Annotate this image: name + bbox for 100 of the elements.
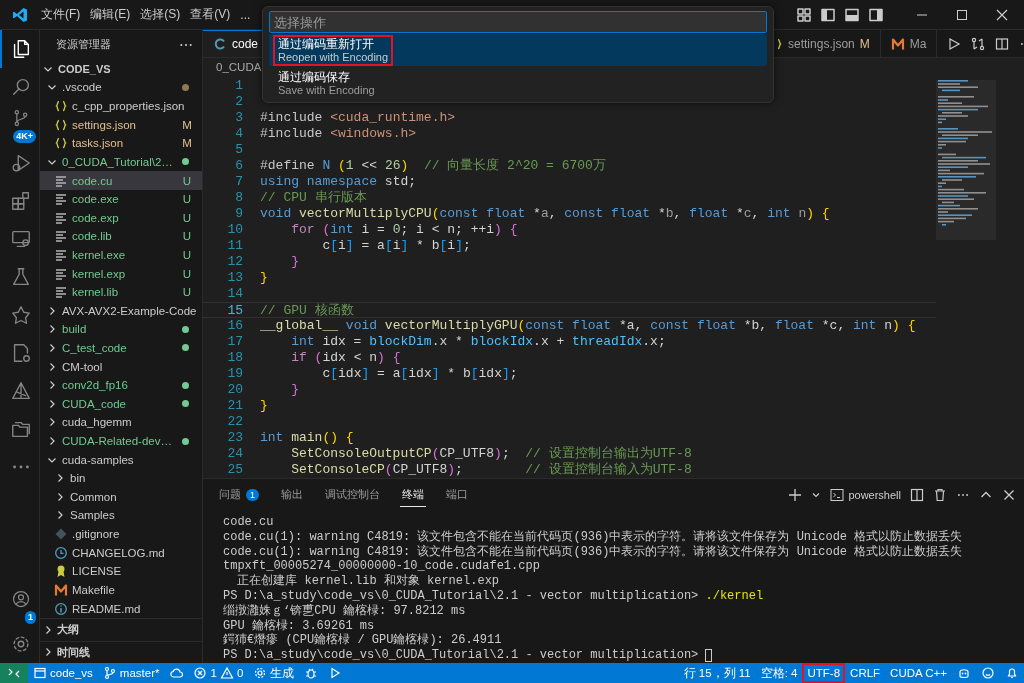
- folder-name: conv2d_fp16: [62, 379, 129, 392]
- folder-row[interactable]: cuda_hgemm: [40, 413, 202, 432]
- folder-row[interactable]: CUDA-Related-dev…: [40, 431, 202, 451]
- status-item[interactable]: UTF-8: [802, 663, 846, 683]
- folder-row[interactable]: C_test_code: [40, 338, 202, 358]
- file-row[interactable]: kernel.exe U: [40, 245, 202, 265]
- code-line: #define N (1 << 26) // 向量长度 2^20 = 6700万: [260, 158, 606, 174]
- terminal-name[interactable]: powershell: [848, 489, 901, 501]
- line-number: 3: [234, 110, 243, 126]
- line-number: 2: [234, 94, 243, 110]
- status-item[interactable]: CRLF: [845, 663, 886, 683]
- file-row[interactable]: tasks.json M: [40, 134, 202, 153]
- folder-row[interactable]: 0_CUDA_Tutorial\2…: [40, 152, 202, 172]
- menu-item[interactable]: ...: [235, 4, 256, 25]
- editor-tab[interactable]: Ma: [880, 30, 938, 57]
- command-input[interactable]: 选择操作: [269, 11, 767, 33]
- file-row[interactable]: kernel.exp U: [40, 264, 202, 283]
- folder-row[interactable]: AVX-AVX2-Example-Code: [40, 301, 202, 321]
- triangle-icon[interactable]: [9, 380, 32, 402]
- terminal-line: PS D:\a_study\code_vs\0_CUDA_Tutorial\2.1 - vector multiplication>: [223, 648, 700, 663]
- command-item[interactable]: 通过编码保存 Save with Encoding: [269, 67, 767, 99]
- sidebar-toggle-icon[interactable]: [820, 6, 836, 23]
- bell-icon[interactable]: [1005, 666, 1019, 680]
- folder-name: CUDA_code: [62, 397, 127, 410]
- folder-row[interactable]: CUDA_code: [40, 394, 202, 414]
- account-icon[interactable]: [10, 589, 31, 609]
- panel-tab[interactable]: 输出: [279, 483, 305, 507]
- bug-icon[interactable]: [304, 666, 319, 680]
- window-icon: [33, 666, 47, 680]
- code-line: if (idx < n) {: [290, 350, 401, 366]
- build-button[interactable]: 生成: [248, 663, 300, 683]
- panel-tab[interactable]: 调试控制台: [323, 483, 382, 507]
- menu-item[interactable]: 查看(V): [185, 3, 236, 26]
- terminal-icon[interactable]: [830, 488, 845, 502]
- file-name: kernel.exe: [72, 248, 127, 261]
- folder-row[interactable]: build: [40, 320, 202, 339]
- extensions-icon[interactable]: [9, 190, 32, 212]
- modified-marker: M: [859, 36, 870, 51]
- folder-row[interactable]: Common: [40, 487, 202, 507]
- panel-toggle-icon[interactable]: [844, 6, 860, 23]
- file-row[interactable]: README.md: [40, 599, 202, 618]
- command-item[interactable]: 通过编码重新打开 Reopen with Encoding: [269, 34, 767, 66]
- monitor-icon[interactable]: [9, 228, 32, 250]
- file-row[interactable]: code.lib U: [40, 227, 202, 246]
- secondary-sidebar-icon[interactable]: [868, 6, 884, 23]
- file-row[interactable]: kernel.lib U: [40, 282, 202, 302]
- status-item[interactable]: CUDA C++: [885, 663, 952, 683]
- menu-item[interactable]: 编辑(E): [85, 3, 136, 26]
- file-row[interactable]: code.cu U: [40, 171, 202, 190]
- copilot-icon[interactable]: [957, 666, 971, 680]
- file-row[interactable]: Makefile: [40, 580, 202, 600]
- branch-status[interactable]: master*: [97, 663, 165, 683]
- workspace-status[interactable]: code_vs: [28, 663, 98, 683]
- star-shape-icon[interactable]: [9, 304, 32, 326]
- face-outline-icon[interactable]: [981, 666, 995, 680]
- layout-icon[interactable]: [796, 6, 812, 23]
- remote-indicator[interactable]: [0, 663, 28, 683]
- folder-row[interactable]: cuda-samples: [40, 450, 202, 469]
- compare-icon[interactable]: [971, 36, 986, 51]
- cloud-icon[interactable]: [169, 666, 184, 680]
- trash-icon[interactable]: [933, 488, 947, 502]
- close-icon[interactable]: [1002, 488, 1016, 502]
- folder-row[interactable]: conv2d_fp16: [40, 375, 202, 395]
- panel-tab[interactable]: 端口: [444, 483, 470, 507]
- menu-item[interactable]: 文件(F): [36, 3, 86, 26]
- problems-status[interactable]: 1 0: [188, 663, 249, 683]
- panel-tab[interactable]: 问题 1: [217, 483, 261, 507]
- folder-row[interactable]: CM-tool: [40, 357, 202, 376]
- menu-item[interactable]: 选择(S): [135, 3, 186, 26]
- file-row[interactable]: CHANGELOG.md: [40, 543, 202, 562]
- split-terminal-icon[interactable]: [910, 488, 924, 502]
- line-number: 12: [226, 254, 243, 270]
- status-item[interactable]: 空格: 4: [755, 663, 803, 683]
- line-number: 11: [226, 238, 243, 254]
- run-icon[interactable]: [947, 36, 962, 51]
- folder-name: bin: [70, 472, 87, 485]
- panel-tab[interactable]: 终端: [400, 483, 426, 507]
- folder-row[interactable]: CODE_VS: [40, 59, 202, 79]
- folder-row[interactable]: Samples: [40, 506, 202, 525]
- line-number: 5: [234, 142, 243, 158]
- breadcrumb[interactable]: 0_CUDA: [216, 61, 262, 73]
- folder-name: Samples: [70, 509, 116, 522]
- file-row[interactable]: LICENSE: [40, 562, 202, 581]
- folder-name: cuda-samples: [62, 453, 135, 466]
- command-label: 通过编码重新打开: [278, 36, 375, 51]
- git-status-letter: U: [182, 286, 192, 299]
- add-icon[interactable]: [788, 488, 803, 502]
- c-file-icon: [213, 37, 227, 51]
- file-row[interactable]: .gitignore: [40, 524, 202, 544]
- split-editor-icon[interactable]: [995, 36, 1010, 51]
- file-row[interactable]: c_cpp_properties.json: [40, 96, 202, 116]
- section-header[interactable]: 大纲: [40, 617, 202, 641]
- caret-icon[interactable]: [811, 490, 822, 500]
- folder-row[interactable]: .vscode: [40, 78, 202, 97]
- file-row[interactable]: settings.json M: [40, 115, 202, 134]
- file-row[interactable]: code.exe U: [40, 189, 202, 209]
- file-row[interactable]: code.exp U: [40, 208, 202, 228]
- line-number: 7: [234, 174, 243, 190]
- folder-row[interactable]: bin: [40, 468, 202, 488]
- status-item[interactable]: 行 15，列 11: [678, 663, 756, 683]
